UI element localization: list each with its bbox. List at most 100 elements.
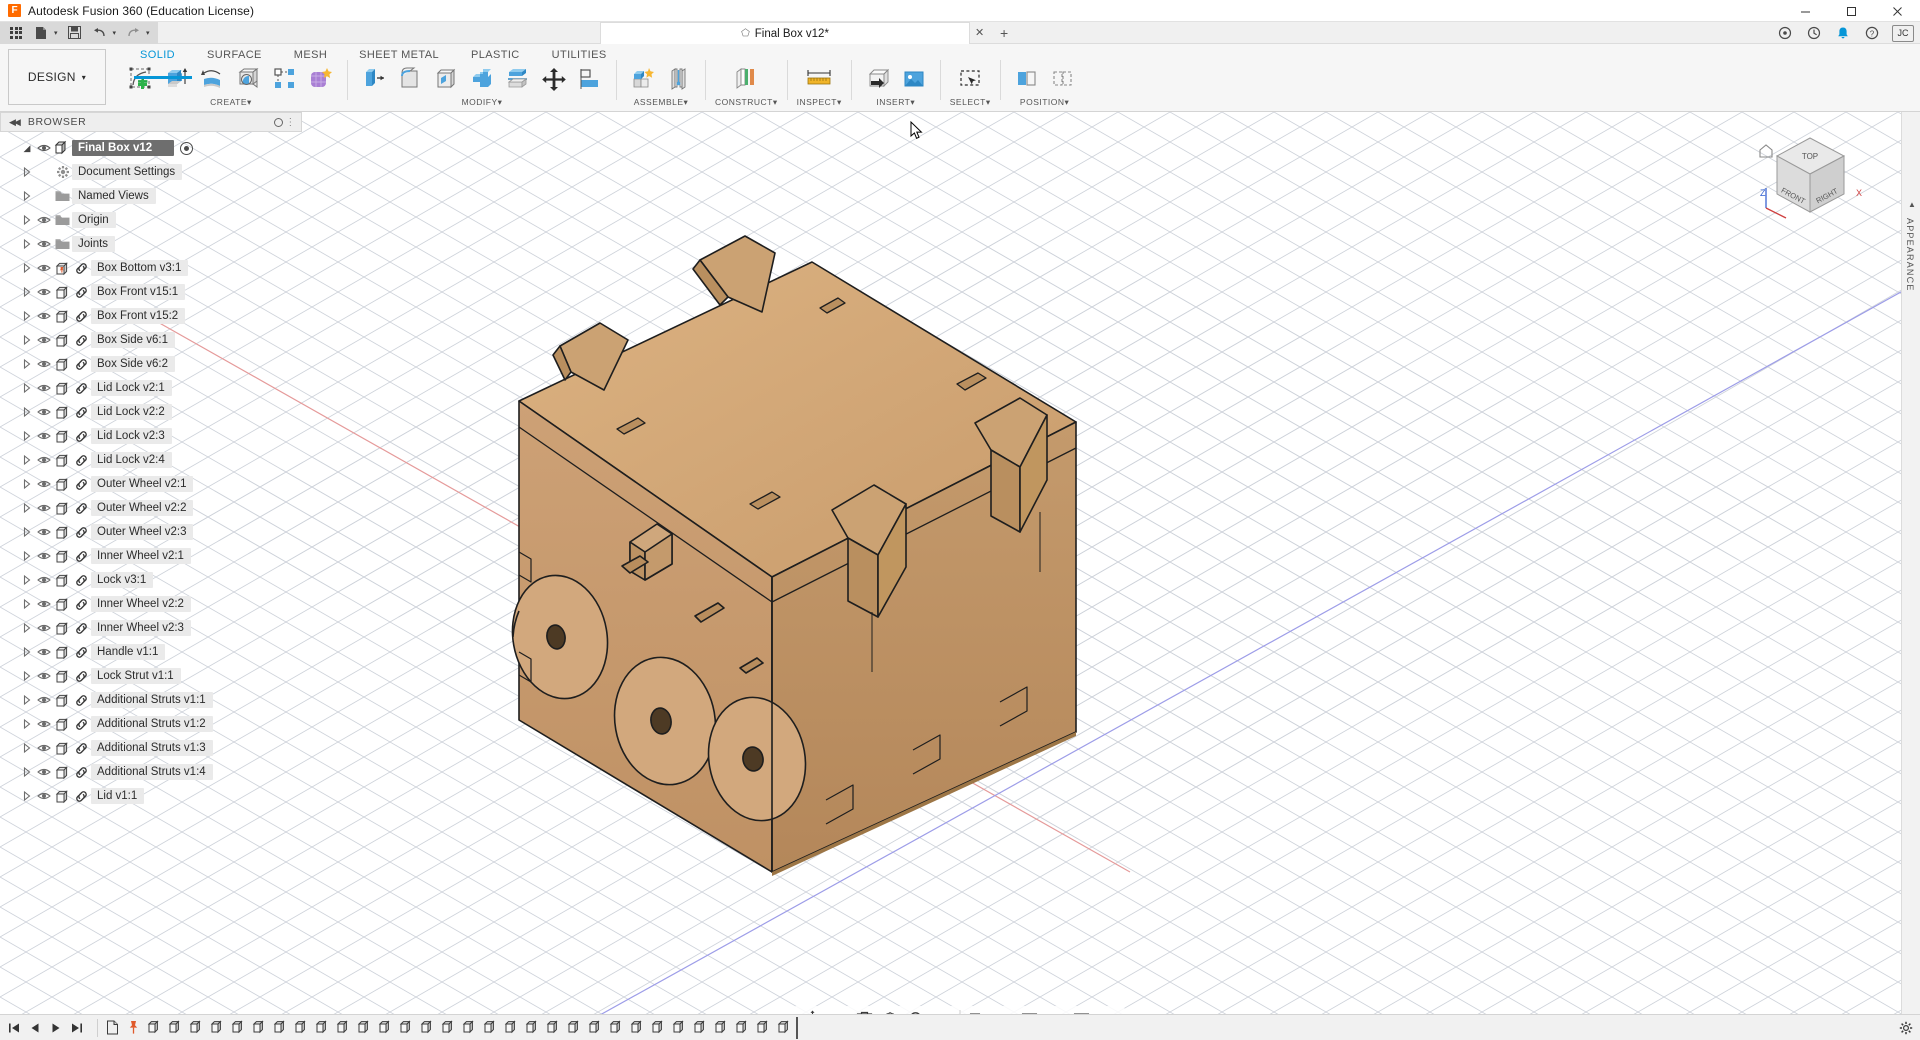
construct-group-label[interactable]: CONSTRUCT▾: [715, 97, 778, 108]
assemble-group-label[interactable]: ASSEMBLE▾: [634, 97, 689, 108]
timeline-feature-icon[interactable]: [438, 1017, 458, 1039]
create-form-button[interactable]: [304, 61, 338, 97]
timeline-feature-icon[interactable]: [312, 1017, 332, 1039]
linked-reference-icon[interactable]: [72, 478, 91, 491]
tree-row-box-bottom-v3-1[interactable]: Box Bottom v3:1: [0, 256, 302, 280]
timeline-feature-icon[interactable]: [753, 1017, 773, 1039]
pattern-button[interactable]: [268, 61, 302, 97]
tree-row-box-side-v6-2[interactable]: Box Side v6:2: [0, 352, 302, 376]
visibility-eye-icon[interactable]: [34, 719, 53, 729]
visibility-eye-icon[interactable]: [34, 623, 53, 633]
undo-dropdown-caret[interactable]: ▾: [113, 29, 117, 37]
visibility-eye-icon[interactable]: [34, 551, 53, 561]
timeline-feature-icon[interactable]: [270, 1017, 290, 1039]
timeline-feature-icon[interactable]: [711, 1017, 731, 1039]
timeline-pin-icon[interactable]: [123, 1017, 143, 1039]
expand-arrow-icon[interactable]: [20, 478, 34, 490]
timeline-feature-icon[interactable]: [186, 1017, 206, 1039]
expand-arrow-icon[interactable]: [20, 742, 34, 754]
linked-reference-icon[interactable]: [72, 766, 91, 779]
split-face-button[interactable]: [501, 61, 535, 97]
timeline-feature-icon[interactable]: [228, 1017, 248, 1039]
new-tab-button[interactable]: +: [1000, 25, 1008, 41]
timeline-feature-icon[interactable]: [459, 1017, 479, 1039]
tree-row-inner-wheel-v2-1[interactable]: Inner Wheel v2:1: [0, 544, 302, 568]
visibility-eye-icon[interactable]: [34, 455, 53, 465]
timeline-end-marker[interactable]: [796, 1016, 798, 1039]
create-group-label[interactable]: CREATE▾: [210, 97, 252, 108]
linked-reference-icon[interactable]: [72, 286, 91, 299]
timeline-feature-icon[interactable]: [690, 1017, 710, 1039]
expand-arrow-icon[interactable]: [20, 262, 34, 274]
visibility-eye-icon[interactable]: [34, 239, 53, 249]
expand-arrow-icon[interactable]: [20, 550, 34, 562]
timeline-feature-icon[interactable]: [291, 1017, 311, 1039]
timeline-play-button[interactable]: [46, 1017, 66, 1039]
timeline-feature-icon[interactable]: [501, 1017, 521, 1039]
timeline-feature-icon[interactable]: [396, 1017, 416, 1039]
undo-icon[interactable]: [92, 25, 108, 41]
expand-arrow-icon[interactable]: [20, 646, 34, 658]
new-document-dropdown-caret[interactable]: ▾: [54, 29, 58, 37]
tree-row-lid-v1-1[interactable]: Lid v1:1: [0, 784, 302, 808]
tree-row-additional-struts-v1-2[interactable]: Additional Struts v1:2: [0, 712, 302, 736]
tree-row-lock-strut-v1-1[interactable]: Lock Strut v1:1: [0, 664, 302, 688]
expand-arrow-icon[interactable]: [20, 166, 34, 178]
job-status-icon[interactable]: [1805, 24, 1823, 42]
tree-row-lid-lock-v2-4[interactable]: Lid Lock v2:4: [0, 448, 302, 472]
expand-arrow-icon[interactable]: [20, 502, 34, 514]
expand-arrow-icon[interactable]: [20, 238, 34, 250]
visibility-eye-icon[interactable]: [34, 695, 53, 705]
select-group-label[interactable]: SELECT▾: [950, 97, 991, 108]
tree-row-lid-lock-v2-1[interactable]: Lid Lock v2:1: [0, 376, 302, 400]
timeline-feature-icon[interactable]: [522, 1017, 542, 1039]
linked-reference-icon[interactable]: [72, 382, 91, 395]
visibility-eye-icon[interactable]: [34, 599, 53, 609]
visibility-eye-icon[interactable]: [34, 647, 53, 657]
linked-reference-icon[interactable]: [72, 430, 91, 443]
expand-arrow-icon[interactable]: [20, 790, 34, 802]
expand-arrow-icon[interactable]: ◢: [20, 143, 34, 154]
extrude-button[interactable]: [160, 61, 194, 97]
position-group-label[interactable]: POSITION▾: [1020, 97, 1069, 108]
insert-canvas-button[interactable]: [897, 61, 931, 97]
visibility-eye-icon[interactable]: [34, 143, 53, 153]
joint-button[interactable]: [662, 61, 696, 97]
create-sketch-button[interactable]: [124, 61, 158, 97]
new-document-icon[interactable]: [33, 25, 49, 41]
timeline-feature-icon[interactable]: [417, 1017, 437, 1039]
expand-arrow-icon[interactable]: [20, 334, 34, 346]
help-icon[interactable]: ?: [1863, 24, 1881, 42]
visibility-eye-icon[interactable]: [34, 503, 53, 513]
tree-row-box-side-v6-1[interactable]: Box Side v6:1: [0, 328, 302, 352]
visibility-eye-icon[interactable]: [34, 767, 53, 777]
browser-options-icon[interactable]: [274, 117, 283, 127]
tree-row-inner-wheel-v2-3[interactable]: Inner Wheel v2:3: [0, 616, 302, 640]
linked-reference-icon[interactable]: [72, 574, 91, 587]
visibility-eye-icon[interactable]: [34, 527, 53, 537]
linked-reference-icon[interactable]: [72, 790, 91, 803]
tree-row-document-settings[interactable]: Document Settings: [0, 160, 302, 184]
position-capture-button[interactable]: [1010, 61, 1044, 97]
expand-arrow-icon[interactable]: [20, 526, 34, 538]
linked-reference-icon[interactable]: [72, 454, 91, 467]
expand-arrow-icon[interactable]: [20, 670, 34, 682]
linked-reference-icon[interactable]: [72, 622, 91, 635]
browser-grip-icon[interactable]: ⋮: [285, 117, 296, 128]
timeline-feature-icon[interactable]: [669, 1017, 689, 1039]
minimize-button[interactable]: [1782, 0, 1828, 22]
expand-arrow-icon[interactable]: [20, 214, 34, 226]
timeline-feature-icon[interactable]: [732, 1017, 752, 1039]
tree-row-named-views[interactable]: Named Views: [0, 184, 302, 208]
timeline-step-back-button[interactable]: [25, 1017, 45, 1039]
tree-row-additional-struts-v1-3[interactable]: Additional Struts v1:3: [0, 736, 302, 760]
timeline-feature-icon[interactable]: [774, 1017, 794, 1039]
visibility-eye-icon[interactable]: [34, 671, 53, 681]
expand-arrow-icon[interactable]: [20, 766, 34, 778]
tree-row-inner-wheel-v2-2[interactable]: Inner Wheel v2:2: [0, 592, 302, 616]
tree-row-lid-lock-v2-3[interactable]: Lid Lock v2:3: [0, 424, 302, 448]
linked-reference-icon[interactable]: [72, 718, 91, 731]
timeline-document-icon[interactable]: [102, 1017, 122, 1039]
timeline-feature-icon[interactable]: [480, 1017, 500, 1039]
app-grid-icon[interactable]: [8, 25, 24, 41]
